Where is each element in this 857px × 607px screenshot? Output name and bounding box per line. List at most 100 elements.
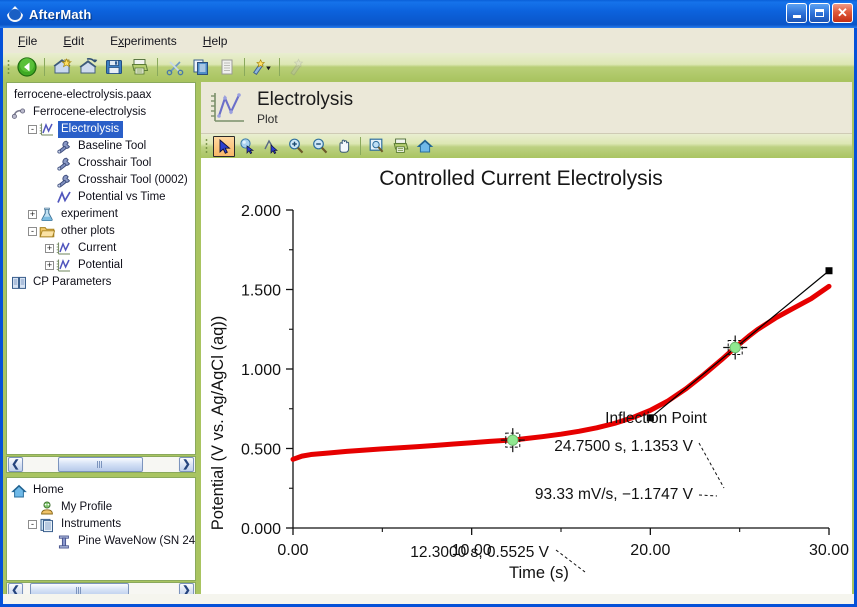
aftermath-window: AfterMath ✕ File Edit Experiments Help f… xyxy=(0,0,857,607)
zoom-fit-tool[interactable] xyxy=(366,136,388,157)
wrench-icon xyxy=(56,139,72,155)
tree-expander-expand[interactable]: + xyxy=(28,210,37,219)
close-button[interactable]: ✕ xyxy=(832,3,853,23)
chart-svg: Controlled Current Electrolysis 0.000 0.5… xyxy=(209,167,849,582)
toolbar-grip[interactable] xyxy=(7,58,10,75)
tree-item-my-profile[interactable]: My Profile xyxy=(11,499,195,516)
crosshair-markers[interactable] xyxy=(500,335,748,453)
tree-item-electrolysis[interactable]: - Electrolysis xyxy=(11,121,195,138)
menu-experiments[interactable]: Experiments xyxy=(99,31,188,51)
paste-icon[interactable] xyxy=(215,55,239,78)
instruments-tree[interactable]: Home My Profile - Instruments Pine WaveNow (… xyxy=(6,477,196,581)
archive-delete-icon[interactable] xyxy=(76,55,100,78)
menu-file[interactable]: File xyxy=(7,31,48,51)
print-plot-tool[interactable] xyxy=(390,136,412,157)
plot-canvas[interactable]: Controlled Current Electrolysis 0.000 0.5… xyxy=(201,158,852,602)
potentiostat-icon xyxy=(56,534,72,550)
maximize-button[interactable] xyxy=(809,3,830,23)
menu-edit[interactable]: Edit xyxy=(52,31,95,51)
instruments-icon xyxy=(39,517,55,533)
pick-point-tool[interactable] xyxy=(237,136,259,157)
menu-experiments-label: periments xyxy=(124,33,177,48)
tree-item-pine-wavenow-sn-2408[interactable]: Pine WaveNow (SN 2408 xyxy=(11,533,195,550)
plot-icon xyxy=(56,241,72,257)
tree-item-ferrocene-electrolysis-paax[interactable]: ferrocene-electrolysis.paax xyxy=(11,87,195,104)
tree-item-potential[interactable]: + Potential xyxy=(11,257,195,274)
tree-item-label: Electrolysis xyxy=(58,121,124,138)
pan-hand-tool[interactable] xyxy=(333,136,355,157)
home-plot-tool[interactable] xyxy=(414,136,436,157)
toolbar-separator-2 xyxy=(157,57,158,76)
tree-item-label: Instruments xyxy=(61,518,122,530)
archive-add-icon[interactable] xyxy=(50,55,74,78)
cut-icon[interactable] xyxy=(163,55,187,78)
crosshair-point-coords: 12.3000 s, 0.5525 V xyxy=(410,544,549,561)
save-icon[interactable] xyxy=(102,55,126,78)
tree-item-baseline-tool[interactable]: Baseline Tool xyxy=(11,138,195,155)
tree-item-home[interactable]: Home xyxy=(11,482,195,499)
plot-toolbar-separator xyxy=(360,137,361,155)
window-controls: ✕ xyxy=(786,3,853,23)
archive-tree-hscrollbar[interactable]: ❮ ❯ xyxy=(6,456,196,473)
tree-item-label: other plots xyxy=(61,225,115,237)
tree-item-label: Pine WaveNow (SN 2408 xyxy=(78,535,196,547)
data-series-potential-vs-time xyxy=(290,283,832,462)
profile-icon xyxy=(39,500,55,516)
back-icon[interactable] xyxy=(15,55,39,78)
tree-item-crosshair-tool[interactable]: Crosshair Tool xyxy=(11,155,195,172)
y-tick-label: 1.000 xyxy=(241,362,281,379)
wrench-icon xyxy=(56,173,72,189)
tree-item-other-plots[interactable]: - other plots xyxy=(11,223,195,240)
scroll-thumb-top[interactable] xyxy=(57,457,143,472)
tools-wizard-icon[interactable] xyxy=(250,55,274,78)
inflection-point-title: Inflection Point xyxy=(605,410,707,427)
zoom-in-tool[interactable] xyxy=(285,136,307,157)
tools-extra-icon[interactable] xyxy=(285,55,309,78)
menu-help[interactable]: Help xyxy=(192,31,239,51)
plot-subtitle: Plot xyxy=(257,111,278,126)
scroll-left-button-top[interactable]: ❮ xyxy=(8,457,23,472)
tree-expander-expand[interactable]: + xyxy=(45,244,54,253)
plot-header: Electrolysis Plot xyxy=(201,82,852,134)
minimize-button[interactable] xyxy=(786,3,807,23)
tree-item-label: Crosshair Tool (0002) xyxy=(78,174,188,186)
tree-item-cp-parameters[interactable]: CP Parameters xyxy=(11,274,195,291)
plot-header-titles: Electrolysis Plot xyxy=(257,89,353,127)
plot-toolbar-grip[interactable] xyxy=(205,138,208,154)
inflection-point-slope: 93.33 mV/s, −1.1747 V xyxy=(535,486,694,503)
menu-edit-label: dit xyxy=(71,33,85,48)
crosshair-point-annotation-marker[interactable] xyxy=(500,428,525,453)
y-tick-label: 2.000 xyxy=(241,203,281,220)
folder-icon xyxy=(39,224,56,240)
tree-item-label: experiment xyxy=(61,208,118,220)
tree-item-label: Baseline Tool xyxy=(78,140,147,152)
tree-item-label: My Profile xyxy=(61,501,113,513)
scroll-trough-top[interactable] xyxy=(24,457,178,472)
tree-expander-collapse[interactable]: - xyxy=(28,227,37,236)
copy-icon[interactable] xyxy=(189,55,213,78)
tree-expander-collapse[interactable]: - xyxy=(28,125,37,134)
title-bar: AfterMath ✕ xyxy=(0,0,857,28)
plot-title: Electrolysis xyxy=(257,88,354,110)
baseline-handle-end[interactable] xyxy=(825,267,833,275)
inflection-point-coords: 24.7500 s, 1.1353 V xyxy=(554,438,693,455)
x-axis-label: Time (s) xyxy=(509,564,569,582)
tree-item-potential-vs-time[interactable]: Potential vs Time xyxy=(11,189,195,206)
y-tick-label: 1.500 xyxy=(241,283,281,300)
tree-item-ferrocene-electrolysis[interactable]: Ferrocene-electrolysis xyxy=(11,104,195,121)
pick-peak-tool[interactable] xyxy=(261,136,283,157)
archive-tree[interactable]: ferrocene-electrolysis.paax Ferrocene-ele… xyxy=(6,82,196,455)
tree-item-experiment[interactable]: + experiment xyxy=(11,206,195,223)
scroll-right-button-top[interactable]: ❯ xyxy=(179,457,194,472)
select-arrow-tool[interactable] xyxy=(213,135,235,157)
zoom-out-tool[interactable] xyxy=(309,136,331,157)
tree-expander-collapse[interactable]: - xyxy=(28,520,37,529)
tree-item-current[interactable]: + Current xyxy=(11,240,195,257)
y-tick-labels: 0.000 0.500 1.000 1.500 2.000 xyxy=(241,203,281,538)
experiment-node-icon xyxy=(11,105,27,121)
tree-item-crosshair-tool-0002[interactable]: Crosshair Tool (0002) xyxy=(11,172,195,189)
tree-item-instruments[interactable]: - Instruments xyxy=(11,516,195,533)
tree-item-label: Potential xyxy=(78,259,123,271)
tree-expander-expand[interactable]: + xyxy=(45,261,54,270)
print-icon[interactable] xyxy=(128,55,152,78)
